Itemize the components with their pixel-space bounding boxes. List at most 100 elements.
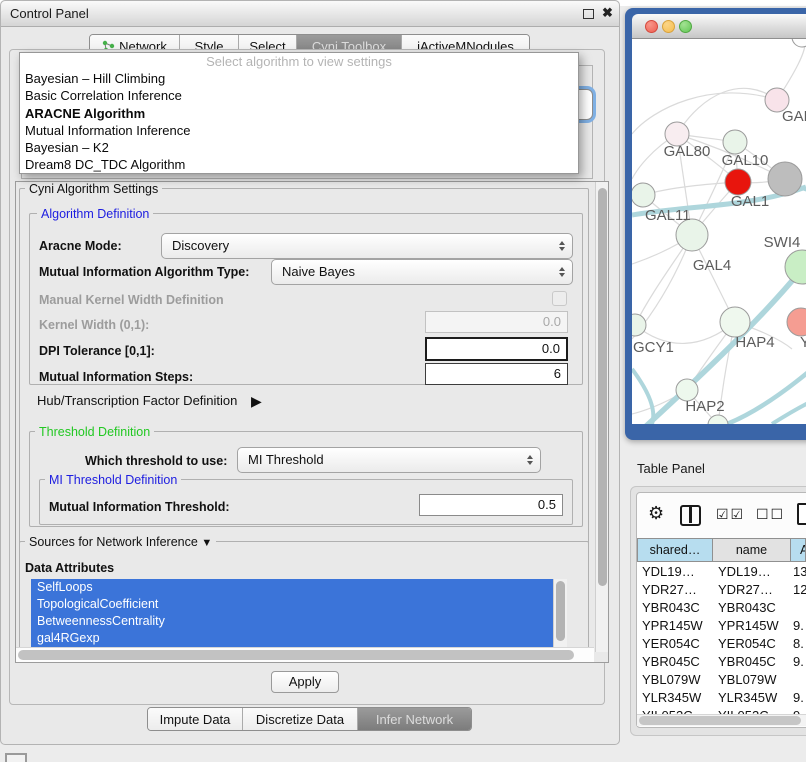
table-cell[interactable]: YLR345W <box>718 689 788 707</box>
mi-type-label: Mutual Information Algorithm Type: <box>39 265 249 279</box>
table-cell[interactable]: YBR043C <box>642 599 712 617</box>
dropdown-item-selected[interactable]: ARACNE Algorithm <box>20 105 578 122</box>
dropdown-item[interactable]: Bayesian – Hill Climbing <box>20 70 578 87</box>
mi-type-combo[interactable]: Naive Bayes <box>271 259 573 285</box>
close-panel-icon[interactable]: ✖ <box>602 5 613 21</box>
aracne-mode-label: Aracne Mode: <box>39 239 122 253</box>
settings-vertical-scrollbar[interactable] <box>595 182 608 652</box>
group-title: Threshold Definition <box>35 425 154 439</box>
dropdown-item[interactable]: Mutual Information Inference <box>20 122 578 139</box>
table-cell[interactable]: YDL19… <box>718 563 788 581</box>
table-cell[interactable]: YDR27… <box>642 581 712 599</box>
table-cell[interactable]: YDR27… <box>718 581 788 599</box>
column-header-partial[interactable]: A <box>791 538 806 562</box>
tab-discretize-data[interactable]: Discretize Data <box>243 708 358 730</box>
gear-icon[interactable]: ⚙ <box>648 503 664 524</box>
expand-arrow-icon[interactable]: ▶ <box>251 393 262 410</box>
control-panel-titlebar[interactable]: Control Panel ✖ <box>1 1 619 27</box>
node-gal1-selected[interactable] <box>725 169 751 195</box>
network-graph: GAL GAL80 GAL10 GAL1 GAL11 GAL4 SWI4 GCY… <box>632 39 806 424</box>
tab-infer-network[interactable]: Infer Network <box>358 708 471 730</box>
node-salmon[interactable] <box>787 308 806 336</box>
list-item-selected[interactable]: TopologicalCoefficient <box>31 596 553 613</box>
dpi-tolerance-field[interactable]: 0.0 <box>425 337 568 361</box>
node-swi4[interactable] <box>785 250 806 284</box>
dropdown-item[interactable]: Bayesian – K2 <box>20 139 578 156</box>
table-cell[interactable]: YPR145W <box>642 617 712 635</box>
zoom-window-icon[interactable] <box>679 20 692 33</box>
split-columns-icon[interactable] <box>680 505 701 526</box>
group-title: Sources for Network Inference ▼ <box>25 535 216 549</box>
mi-steps-field[interactable]: 6 <box>425 363 568 385</box>
settings-horizontal-scrollbar[interactable] <box>16 647 594 662</box>
table-cell[interactable]: YBR045C <box>718 653 788 671</box>
network-canvas[interactable]: GAL GAL80 GAL10 GAL1 GAL11 GAL4 SWI4 GCY… <box>632 39 806 424</box>
node-gcy1[interactable] <box>632 314 646 336</box>
node-label: GAL <box>782 108 806 125</box>
table-cell[interactable]: 9. <box>793 653 806 671</box>
mi-threshold-field[interactable]: 0.5 <box>419 494 563 516</box>
network-window-titlebar[interactable] <box>632 14 806 39</box>
scrollbar-thumb[interactable] <box>598 188 607 586</box>
node-label: GAL10 <box>722 152 769 169</box>
list-item-selected[interactable]: BetweennessCentrality <box>31 613 553 630</box>
apply-button[interactable]: Apply <box>271 671 339 693</box>
table-cell[interactable]: YPR145W <box>718 617 788 635</box>
dropdown-item[interactable]: Basic Correlation Inference <box>20 87 578 104</box>
table-cell[interactable]: YBR045C <box>642 653 712 671</box>
scrollbar-thumb[interactable] <box>18 650 574 660</box>
node-label: GAL11 <box>645 207 691 224</box>
table-cell[interactable]: YBR043C <box>718 599 788 617</box>
hub-section-label[interactable]: Hub/Transcription Factor Definition <box>37 393 237 408</box>
kernel-width-field[interactable]: 0.0 <box>425 311 568 333</box>
node-gal11[interactable] <box>632 183 655 207</box>
table-horizontal-scrollbar[interactable] <box>637 714 806 726</box>
list-item-selected[interactable]: SelfLoops <box>31 579 553 596</box>
node-hap4[interactable] <box>720 307 750 337</box>
aracne-mode-combo[interactable]: Discovery <box>161 233 573 259</box>
minimized-panel-chip[interactable] <box>5 753 27 762</box>
scrollbar-thumb[interactable] <box>556 581 565 641</box>
table-cell[interactable]: YLR345W <box>642 689 712 707</box>
deselect-all-columns-icon[interactable]: ☐☐ <box>756 506 785 523</box>
table-cell[interactable]: YIL052C <box>642 707 712 714</box>
table-cell[interactable]: 8. <box>793 635 806 653</box>
table-cell[interactable]: 9. <box>793 689 806 707</box>
table-cell[interactable]: 9. <box>793 707 806 714</box>
collapse-arrow-icon[interactable]: ▼ <box>201 537 212 549</box>
column-header-name[interactable]: name <box>713 538 791 562</box>
mi-threshold-label: Mutual Information Threshold: <box>49 500 230 514</box>
table-cell[interactable]: YDL19… <box>642 563 712 581</box>
column-header-shared-name[interactable]: shared… <box>637 538 713 562</box>
table-cell[interactable]: YER054C <box>718 635 788 653</box>
table-cell[interactable]: 9. <box>793 617 806 635</box>
tab-impute-data[interactable]: Impute Data <box>148 708 243 730</box>
table-cell[interactable]: YBL079W <box>642 671 712 689</box>
list-scrollbar[interactable] <box>553 579 567 647</box>
combo-stepper-icon <box>559 267 565 277</box>
close-window-icon[interactable] <box>645 20 658 33</box>
table-cell[interactable]: YIL052C <box>718 707 788 714</box>
tab-label: Impute Data <box>160 712 231 727</box>
dropdown-item[interactable]: Dream8 DC_TDC Algorithm <box>20 156 578 173</box>
new-column-icon[interactable] <box>797 503 806 525</box>
sources-title: Sources for Network Inference <box>29 535 198 549</box>
float-window-icon[interactable] <box>583 9 594 19</box>
which-threshold-combo[interactable]: MI Threshold <box>237 447 541 473</box>
mi-steps-label: Mutual Information Steps: <box>39 370 193 384</box>
tab-label: Infer Network <box>376 712 453 727</box>
node-gray[interactable] <box>768 162 802 196</box>
node-label: Y <box>800 334 806 351</box>
table-cell[interactable]: YER054C <box>642 635 712 653</box>
table-cell[interactable]: 13 <box>793 563 806 581</box>
minimize-window-icon[interactable] <box>662 20 675 33</box>
table-cell[interactable]: 12 <box>793 581 806 599</box>
node[interactable] <box>792 39 806 47</box>
data-attributes-label: Data Attributes <box>25 561 114 575</box>
select-all-columns-icon[interactable]: ☑☑ <box>716 506 745 523</box>
list-item-selected[interactable]: gal4RGexp <box>31 630 553 647</box>
node-gal10[interactable] <box>723 130 747 154</box>
table-cell[interactable]: YBL079W <box>718 671 788 689</box>
scrollbar-thumb[interactable] <box>639 716 801 725</box>
manual-kernel-checkbox[interactable] <box>552 291 567 306</box>
